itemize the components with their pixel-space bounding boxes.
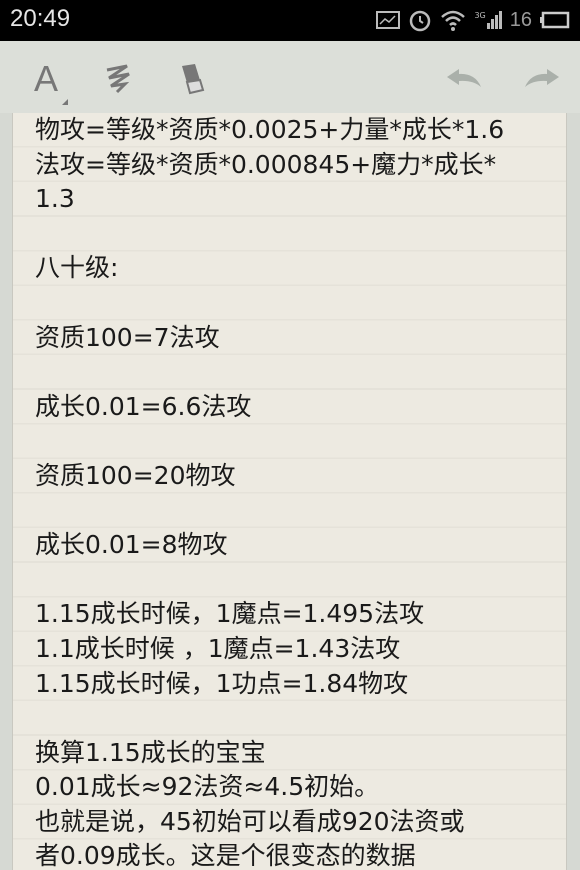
- network-type: 3G: [474, 11, 486, 20]
- text-format-button[interactable]: A: [26, 58, 68, 105]
- redo-button[interactable]: [520, 59, 564, 99]
- note-line: 1.15成长时候，1功点=1.84物攻: [35, 668, 409, 698]
- note-line: 物攻=等级*资质*0.0025+力量*成长*1.6: [35, 115, 505, 144]
- status-bar: 20:49 3G 16: [0, 0, 580, 41]
- undo-icon: [447, 69, 481, 87]
- note-line: 0.01成长≈92法资≈4.5初始。: [35, 772, 380, 802]
- note-text[interactable]: 物攻=等级*资质*0.0025+力量*成长*1.6 法攻=等级*资质*0.0008…: [35, 113, 555, 870]
- note-line: 1.3: [35, 184, 75, 214]
- note-line: 资质100=20物攻: [35, 460, 236, 490]
- note-line: 1.1成长时候 ，1魔点=1.43法攻: [35, 633, 401, 663]
- note-line: 资质100=7法攻: [35, 322, 220, 352]
- handwriting-button[interactable]: [98, 59, 138, 99]
- wifi-icon: [441, 10, 466, 31]
- note-page[interactable]: 物攻=等级*资质*0.0025+力量*成长*1.6 法攻=等级*资质*0.0008…: [12, 113, 567, 870]
- note-line: 成长0.01=6.6法攻: [35, 391, 252, 421]
- note-line: 也就是说，45初始可以看成920法资或: [35, 806, 465, 836]
- note-line: [35, 286, 555, 321]
- eraser-button[interactable]: [172, 59, 212, 99]
- toolbar: A: [0, 41, 580, 113]
- alarm-icon: [410, 10, 431, 32]
- signal-icon: 3G: [474, 11, 502, 29]
- battery-icon: [540, 11, 570, 29]
- redo-icon: [525, 69, 559, 87]
- note-line: [35, 355, 555, 390]
- note-line: [35, 217, 555, 252]
- handwriting-icon: [106, 64, 130, 94]
- note-line: [35, 494, 555, 529]
- eraser-icon: [182, 64, 205, 95]
- text-format-icon: A: [33, 58, 58, 99]
- note-line: 1.15成长时候，1魔点=1.495法攻: [35, 599, 425, 629]
- note-line: 换算1.15成长的宝宝: [35, 737, 266, 767]
- note-line: [35, 701, 555, 736]
- battery-level: 16: [509, 8, 532, 31]
- undo-button[interactable]: [442, 59, 486, 99]
- note-line: 成长0.01=8物攻: [35, 530, 228, 560]
- clock: 20:49: [10, 5, 71, 32]
- note-line: 者0.09成长。这是个很变态的数据: [35, 841, 416, 870]
- note-line: [35, 563, 555, 598]
- note-line: 法攻=等级*资质*0.000845+魔力*成长*: [35, 149, 497, 179]
- image-notification-icon: [376, 11, 401, 29]
- note-line: 八十级:: [35, 253, 119, 283]
- note-line: [35, 424, 555, 459]
